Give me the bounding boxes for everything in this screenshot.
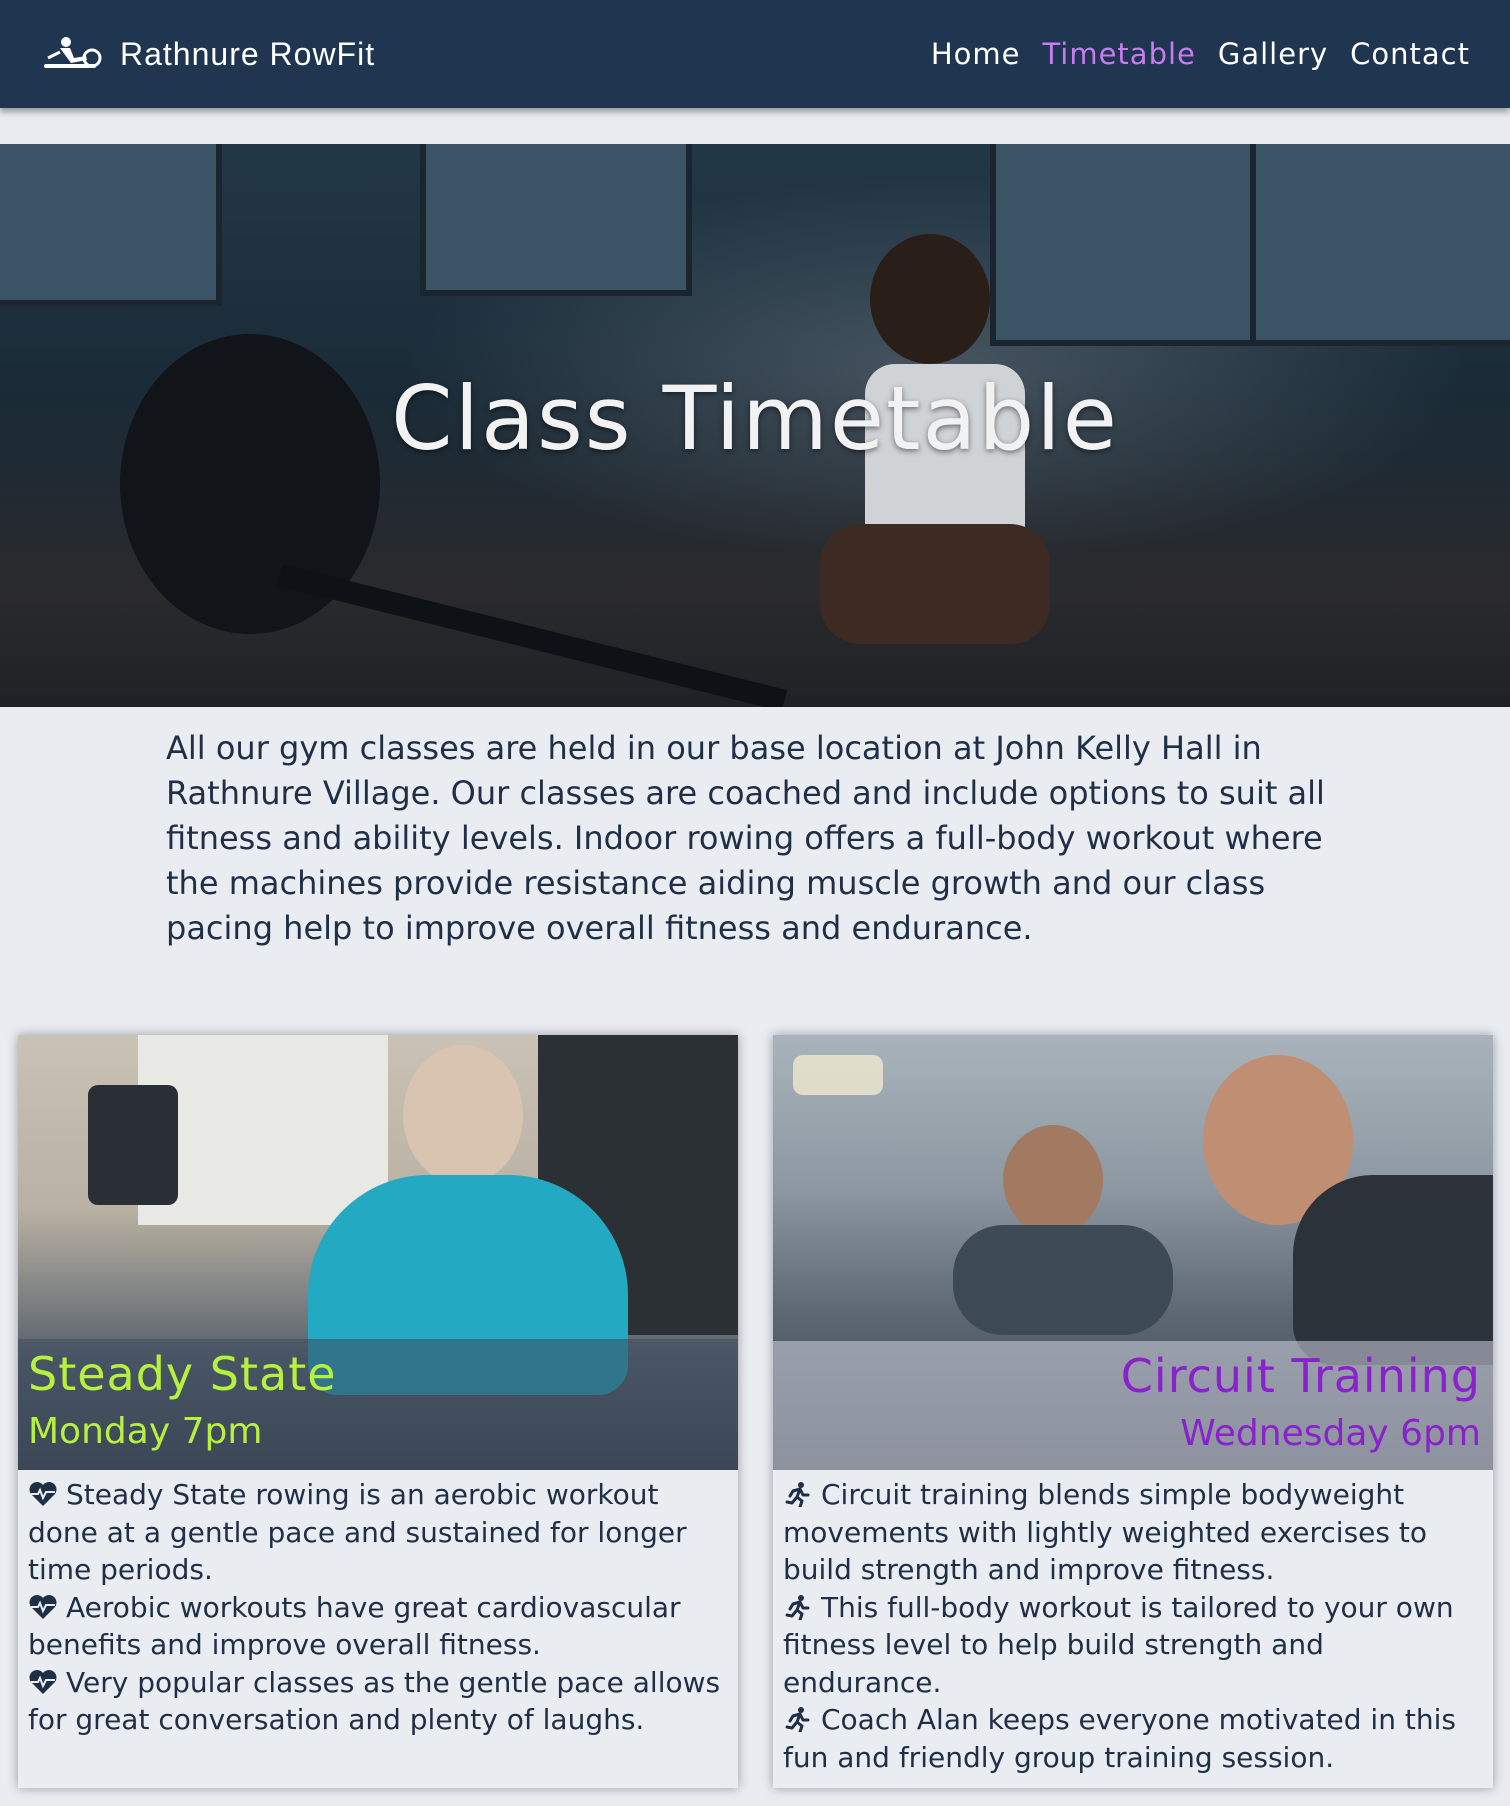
class-point-text: Coach Alan keeps everyone motivated in t…: [783, 1703, 1456, 1774]
class-point-text: Very popular classes as the gentle pace …: [28, 1665, 721, 1737]
man-torso: [953, 1225, 1173, 1335]
class-point-text: Circuit training blends simple bodyweigh…: [783, 1478, 1427, 1586]
running-icon: [785, 1482, 810, 1507]
rower-icon: [44, 37, 102, 68]
class-image-steady-state: Steady State Monday 7pm: [18, 1035, 738, 1470]
main-nav: Home Timetable Gallery Contact: [931, 37, 1470, 71]
class-point: This full-body workout is tailored to yo…: [783, 1589, 1483, 1702]
class-card-circuit-training: Circuit Training Wednesday 6pm Circuit t…: [773, 1035, 1493, 1788]
class-title: Circuit Training: [1120, 1349, 1481, 1403]
class-caption: Circuit Training Wednesday 6pm: [773, 1341, 1493, 1470]
class-time: Wednesday 6pm: [1180, 1413, 1481, 1454]
brand-link[interactable]: Rathnure RowFit: [40, 34, 375, 74]
page-title: Class Timetable: [391, 367, 1119, 470]
class-point-text: Aerobic workouts have great cardiovascul…: [28, 1590, 681, 1662]
hero-window: [990, 144, 1262, 346]
class-point: Steady State rowing is an aerobic workou…: [28, 1476, 728, 1589]
intro-text: All our gym classes are held in our base…: [166, 729, 1325, 947]
class-time: Monday 7pm: [28, 1411, 263, 1452]
class-title: Steady State: [28, 1347, 337, 1401]
nav-timetable[interactable]: Timetable: [1042, 37, 1195, 71]
hero-window: [420, 144, 692, 296]
class-point: Circuit training blends simple bodyweigh…: [783, 1476, 1483, 1589]
rowing-machine: [88, 1085, 178, 1205]
heartbeat-icon: [29, 1669, 57, 1694]
woman-head: [403, 1045, 523, 1185]
gym-light: [793, 1055, 883, 1095]
heartbeat-icon: [29, 1594, 57, 1619]
hero-rowing-rail: [277, 564, 788, 707]
hero-person-leg: [820, 524, 1050, 644]
nav-home[interactable]: Home: [931, 37, 1021, 71]
class-card-steady-state: Steady State Monday 7pm Steady State row…: [18, 1035, 738, 1788]
navbar: Rathnure RowFit Home Timetable Gallery C…: [0, 0, 1510, 108]
woman-torso: [1293, 1175, 1493, 1365]
hero-banner: Class Timetable: [0, 144, 1510, 707]
man-head: [1003, 1125, 1103, 1235]
class-point-text: Steady State rowing is an aerobic workou…: [28, 1478, 687, 1586]
class-image-circuit-training: Circuit Training Wednesday 6pm: [773, 1035, 1493, 1470]
nav-contact[interactable]: Contact: [1350, 37, 1470, 71]
class-point: Very popular classes as the gentle pace …: [28, 1664, 728, 1739]
hero-window: [0, 144, 222, 306]
heartbeat-icon: [29, 1482, 57, 1506]
class-description: Circuit training blends simple bodyweigh…: [783, 1476, 1483, 1776]
running-icon: [785, 1707, 810, 1732]
hero-person-head: [870, 234, 990, 364]
nav-gallery[interactable]: Gallery: [1218, 37, 1328, 71]
hero-window: [1250, 144, 1510, 346]
running-icon: [785, 1594, 810, 1620]
brand-name: Rathnure RowFit: [120, 35, 376, 72]
class-caption: Steady State Monday 7pm: [18, 1339, 738, 1470]
class-point: Aerobic workouts have great cardiovascul…: [28, 1589, 728, 1664]
class-description: Steady State rowing is an aerobic workou…: [28, 1476, 728, 1739]
class-point: Coach Alan keeps everyone motivated in t…: [783, 1701, 1483, 1776]
class-point-text: This full-body workout is tailored to yo…: [783, 1590, 1454, 1699]
